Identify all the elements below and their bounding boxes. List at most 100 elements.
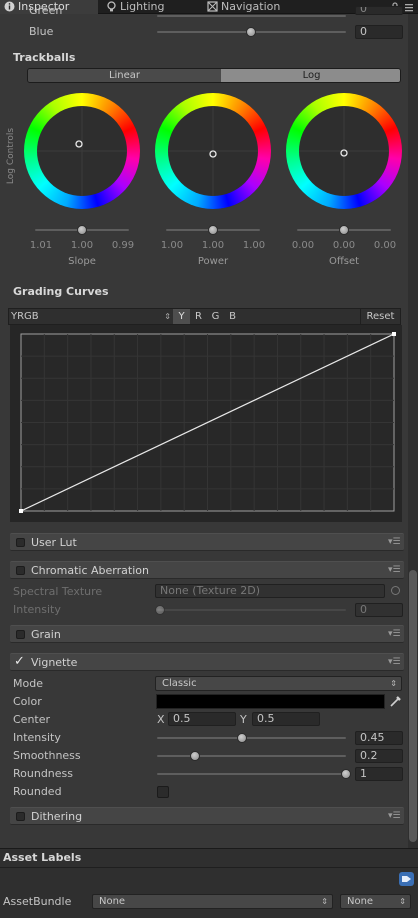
smoothness-slider-thumb[interactable] — [189, 751, 200, 761]
section-user-lut[interactable]: User Lut ▾☰ — [10, 533, 404, 551]
section-vignette[interactable]: ✓ Vignette ▾☰ — [10, 653, 404, 671]
green-value-field[interactable]: 0 — [355, 6, 403, 15]
section-menu-icon[interactable]: ▾☰ — [388, 657, 401, 667]
grading-curves-header: Grading Curves — [13, 285, 109, 298]
color-wheel[interactable] — [22, 91, 142, 211]
tab-lighting[interactable]: Lighting — [102, 0, 198, 14]
wheel-value-b: 1.00 — [242, 240, 266, 251]
intensity-value-field[interactable]: 0.45 — [355, 731, 403, 745]
variant-dropdown[interactable]: None ⇕ — [340, 894, 411, 909]
section-title: Dithering — [31, 810, 83, 823]
grain-toggle[interactable] — [16, 630, 25, 639]
chromatic-intensity-field[interactable]: 0 — [355, 603, 403, 617]
wheel-slider-thumb[interactable] — [339, 225, 349, 235]
smoothness-label: Smoothness — [13, 749, 81, 762]
curve-point-start — [19, 509, 23, 513]
wheel-value-g: 1.00 — [70, 240, 94, 251]
section-menu-icon[interactable]: ▾☰ — [388, 811, 401, 821]
chromatic-intensity-thumb[interactable] — [155, 605, 165, 615]
divider — [0, 867, 418, 868]
tab-label: Navigation — [221, 0, 281, 13]
wheel-value-g: 1.00 — [201, 240, 225, 251]
tab-navigation[interactable]: Navigation — [203, 0, 313, 14]
wheel-name: Power — [197, 256, 229, 267]
curves-toolbar: YRGB ⇕ Y R G B Reset — [8, 308, 401, 325]
chromatic-intensity-track[interactable] — [157, 609, 346, 611]
wheel-value-g: 0.00 — [332, 240, 356, 251]
center-y-field[interactable]: 0.5 — [252, 712, 320, 726]
assetbundle-dropdown[interactable]: None ⇕ — [92, 894, 333, 909]
channel-g-button[interactable]: G — [208, 309, 223, 324]
section-dithering[interactable]: Dithering ▾☰ — [10, 807, 404, 825]
dithering-toggle[interactable] — [16, 812, 25, 821]
wheel-value-r: 1.00 — [160, 240, 184, 251]
dropdown-arrow-icon: ⇕ — [399, 897, 406, 906]
roundness-slider-track[interactable] — [157, 773, 346, 775]
smoothness-value-field[interactable]: 0.2 — [355, 749, 403, 763]
channel-r-button[interactable]: R — [191, 309, 206, 324]
spectral-texture-field[interactable]: None (Texture 2D) — [155, 584, 385, 598]
section-menu-icon[interactable]: ▾☰ — [388, 537, 401, 547]
mode-log-button[interactable]: Log — [221, 69, 400, 82]
menu-icon[interactable] — [404, 2, 414, 12]
chromatic-intensity-label: Intensity — [13, 603, 61, 616]
section-menu-icon[interactable]: ▾☰ — [388, 629, 401, 639]
asset-labels-header: Asset Labels — [3, 851, 82, 864]
section-chromatic-aberration[interactable]: Chromatic Aberration ▾☰ — [10, 561, 404, 579]
curve-editor[interactable] — [10, 325, 402, 522]
color-wheel[interactable] — [153, 91, 273, 211]
section-title: Vignette — [31, 656, 78, 669]
mode-toggle: Linear Log — [27, 68, 401, 83]
log-controls-label: Log Controls — [6, 127, 16, 185]
color-swatch[interactable] — [156, 694, 385, 709]
green-slider-track[interactable] — [157, 15, 346, 17]
center-x-field[interactable]: 0.5 — [168, 712, 236, 726]
scrollbar-track[interactable] — [408, 14, 418, 848]
label-tag-icon[interactable] — [399, 872, 414, 886]
center-y-label: Y — [240, 713, 247, 726]
mode-linear-button[interactable]: Linear — [28, 69, 221, 82]
blue-slider-thumb[interactable] — [246, 27, 256, 37]
assetbundle-label: AssetBundle — [3, 895, 72, 908]
intensity-slider-track[interactable] — [157, 737, 346, 739]
blue-value-field[interactable]: 0 — [355, 25, 403, 39]
object-picker-icon[interactable] — [391, 586, 400, 595]
wheel-value-b: 0.00 — [373, 240, 397, 251]
channel-y-button[interactable]: Y — [173, 309, 190, 324]
channel-dropdown[interactable]: YRGB ⇕ — [11, 310, 171, 323]
roundness-slider-thumb[interactable] — [341, 769, 351, 779]
eyedropper-icon[interactable] — [389, 695, 402, 708]
smoothness-slider-track[interactable] — [157, 755, 346, 757]
dropdown-arrow-icon: ⇕ — [164, 312, 171, 321]
reset-button[interactable]: Reset — [360, 309, 400, 324]
section-title: User Lut — [31, 536, 77, 549]
channel-dropdown-value: YRGB — [11, 311, 39, 322]
section-title: Chromatic Aberration — [31, 564, 149, 577]
variant-value: None — [347, 896, 374, 907]
wheel-slider-thumb[interactable] — [208, 225, 218, 235]
green-label: Green — [29, 7, 63, 15]
wheel-name: Offset — [328, 256, 360, 267]
info-icon — [4, 1, 15, 12]
section-grain[interactable]: Grain ▾☰ — [10, 625, 404, 643]
wheel-value-r: 0.00 — [291, 240, 315, 251]
user-lut-toggle[interactable] — [16, 538, 25, 547]
color-wheel[interactable] — [284, 91, 404, 211]
blue-label: Blue — [29, 25, 54, 38]
roundness-value-field[interactable]: 1 — [355, 767, 403, 781]
chromatic-toggle[interactable] — [16, 566, 25, 575]
roundness-label: Roundness — [13, 767, 74, 780]
trackballs-header: Trackballs — [13, 51, 76, 64]
assetbundle-value: None — [99, 896, 126, 907]
channel-b-button[interactable]: B — [225, 309, 240, 324]
wheel-slider-thumb[interactable] — [77, 225, 87, 235]
mode-dropdown[interactable]: Classic ⇕ — [155, 676, 402, 691]
rounded-checkbox[interactable] — [157, 786, 169, 798]
checkmark-icon[interactable]: ✓ — [14, 654, 25, 669]
wheel-value-b: 0.99 — [111, 240, 135, 251]
curve-point-end — [392, 332, 396, 336]
intensity-slider-thumb[interactable] — [237, 733, 248, 743]
scrollbar-thumb[interactable] — [409, 570, 417, 842]
rounded-label: Rounded — [13, 785, 62, 798]
section-menu-icon[interactable]: ▾☰ — [388, 565, 401, 575]
